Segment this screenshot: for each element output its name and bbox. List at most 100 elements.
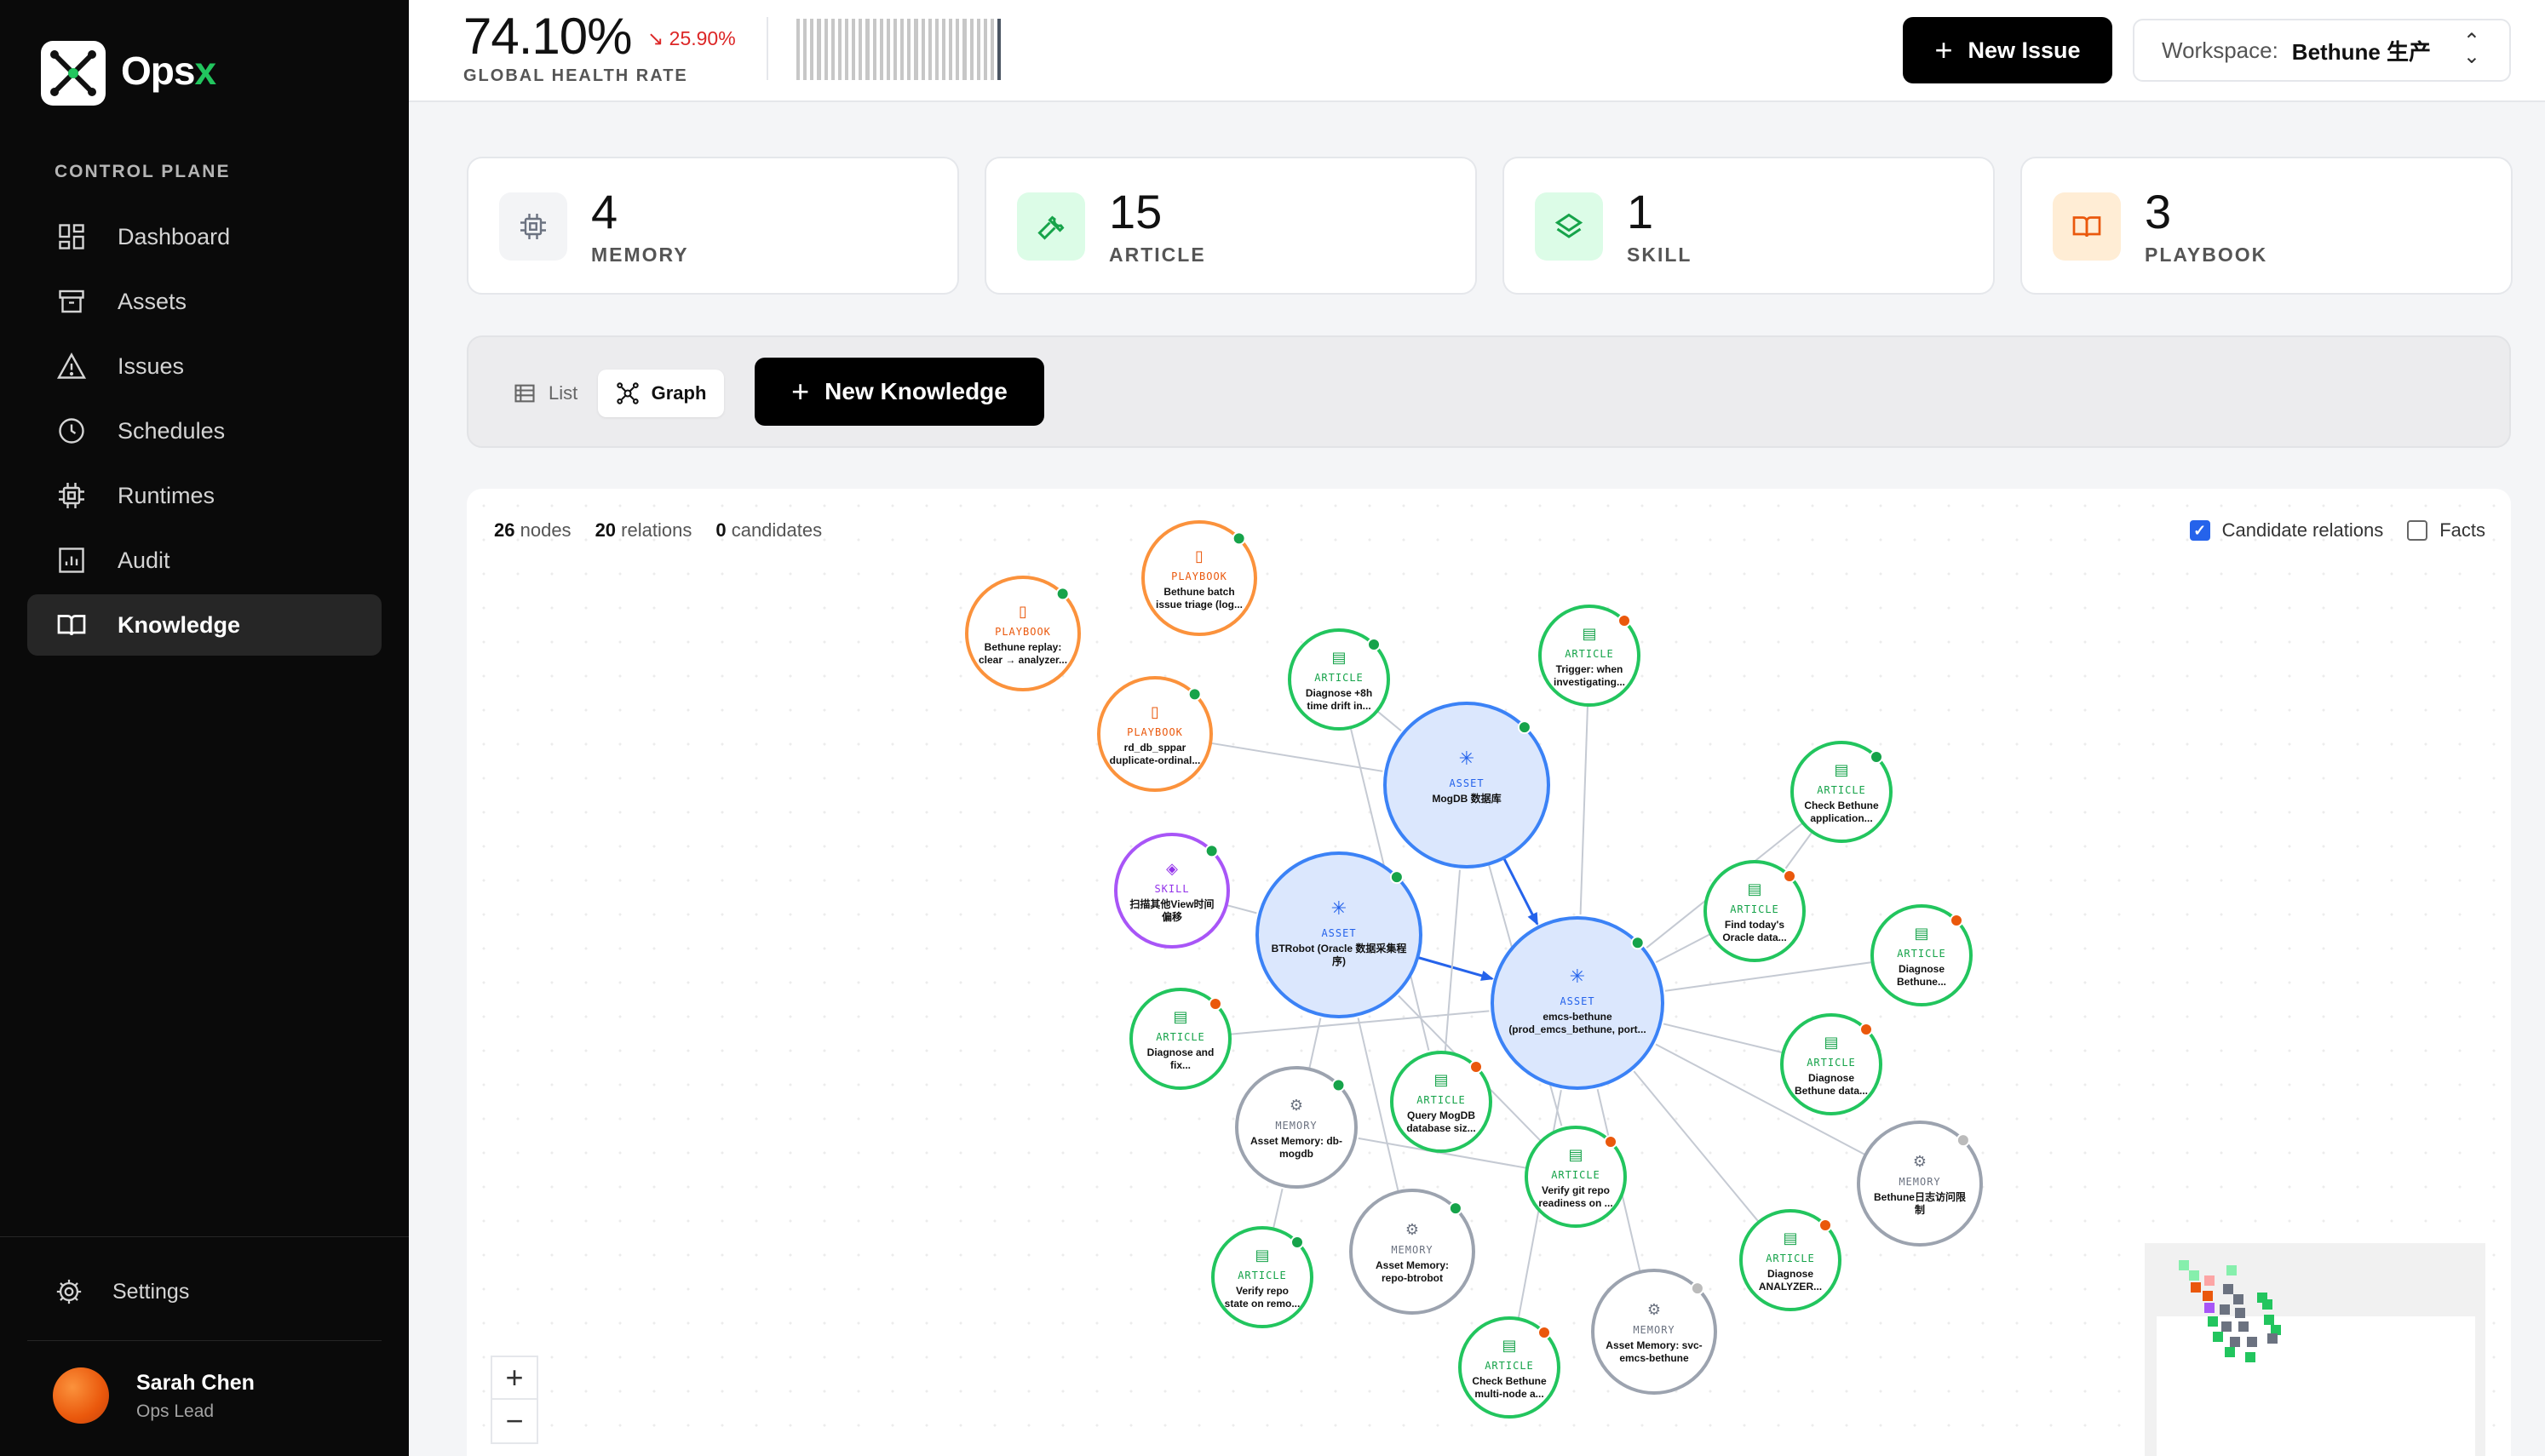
graph-node-article[interactable]: ▤ ARTICLE Check Bethuneapplication... (1790, 741, 1893, 843)
graph-node-playbook[interactable]: ▯ PLAYBOOK Bethune replay:clear → analyzer… (965, 576, 1081, 691)
settings-link[interactable]: Settings (55, 1277, 189, 1306)
minimap-node (2204, 1275, 2215, 1286)
node-type-icon: ▤ (1568, 1146, 1583, 1164)
graph-node-asset[interactable]: ✳ ASSET BTRobot (Oracle 数据采集程序) (1255, 851, 1422, 1018)
node-label: database siz... (1406, 1122, 1475, 1134)
graph-node-skill[interactable]: ◈ SKILL 扫描其他View时间偏移 (1114, 833, 1230, 949)
workspace-select[interactable]: Workspace: Bethune 生产 ⌃ ⌄ (2133, 19, 2511, 82)
node-status-dot (1204, 844, 1219, 858)
node-status-dot (1448, 1201, 1462, 1216)
node-type: ASSET (1449, 777, 1484, 789)
graph-node-article[interactable]: ▤ ARTICLE Diagnose +8htime drift in... (1288, 628, 1390, 731)
graph-node-article[interactable]: ▤ ARTICLE Diagnose andfix... (1129, 988, 1232, 1090)
skill-count-card[interactable]: 1 SKILL (1502, 157, 1995, 295)
graph-node-memory[interactable]: ⚙ MEMORY Asset Memory: db-mogdb (1235, 1066, 1358, 1189)
graph-edge (1272, 1188, 1284, 1230)
view-toolbar: List Graph + New Knowledge (467, 335, 2511, 448)
graph-edge (1655, 932, 1711, 963)
health-delta-value: 25.90% (669, 27, 736, 49)
node-label: ANALYZER... (1759, 1281, 1822, 1293)
archive-icon (59, 289, 84, 313)
sidebar-item-assets[interactable]: Assets (27, 271, 382, 332)
graph-node-article[interactable]: ▤ ARTICLE Query MogDBdatabase siz... (1390, 1051, 1492, 1153)
card-label: MEMORY (591, 244, 689, 266)
sparkline-bar (907, 19, 911, 80)
sidebar-item-runtimes[interactable]: Runtimes (27, 465, 382, 526)
sidebar-item-schedules[interactable]: Schedules (27, 400, 382, 461)
avatar[interactable] (53, 1367, 109, 1424)
graph-node-article[interactable]: ▤ ARTICLE DiagnoseANALYZER... (1739, 1209, 1841, 1311)
app-name: Opsx (121, 49, 216, 93)
sidebar-item-issues[interactable]: Issues (27, 335, 382, 397)
graph-node-memory[interactable]: ⚙ MEMORY Asset Memory: svc-emcs-bethune (1591, 1269, 1717, 1395)
card-label: PLAYBOOK (2145, 244, 2268, 266)
graph-node-article[interactable]: ▤ ARTICLE Check Bethunemulti-node a... (1458, 1316, 1560, 1419)
minimap-node (2230, 1337, 2240, 1347)
node-label: (prod_emcs_bethune, port... (1508, 1023, 1646, 1035)
new-knowledge-label: New Knowledge (824, 378, 1008, 404)
candidate-relations-checkbox[interactable]: ✓ (2189, 520, 2210, 541)
node-status-dot (1870, 749, 1884, 764)
card-count: 4 (591, 185, 618, 238)
graph-node-playbook[interactable]: ▯ PLAYBOOK Bethune batchissue triage (log.… (1141, 520, 1257, 636)
sparkline-bar (817, 19, 821, 80)
new-issue-button[interactable]: + New Issue (1903, 17, 2112, 83)
plus-icon: + (1934, 32, 1953, 67)
node-label: Bethune batch (1163, 586, 1234, 598)
minimap-node (2221, 1321, 2232, 1332)
card-count: 15 (1109, 185, 1163, 238)
tab-list-view[interactable]: List (513, 371, 577, 416)
node-label: investigating... (1554, 676, 1625, 688)
graph-node-article[interactable]: ▤ ARTICLE Verify git reporeadiness on ... (1525, 1126, 1627, 1228)
node-label: Bethune... (1897, 976, 1946, 988)
node-type: ARTICLE (1730, 903, 1779, 915)
sparkline-bar (852, 19, 856, 80)
article-count-card[interactable]: 15 ARTICLE (985, 157, 1477, 295)
graph-node-playbook[interactable]: ▯ PLAYBOOK rd_db_spparduplicate-ordinal... (1097, 676, 1213, 792)
graph-minimap[interactable] (2145, 1243, 2485, 1456)
graph-edge (1663, 1023, 1784, 1054)
node-status-dot (1617, 613, 1632, 628)
divider (767, 17, 768, 80)
memory-count-card[interactable]: 4 MEMORY (467, 157, 959, 295)
node-status-dot (1517, 720, 1531, 735)
node-type: MEMORY (1275, 1120, 1317, 1132)
graph-node-article[interactable]: ▤ ARTICLE Verify repostate on remo... (1211, 1226, 1313, 1328)
graph-node-article[interactable]: ▤ ARTICLE Find today'sOracle data... (1703, 860, 1806, 962)
sidebar-item-knowledge[interactable]: Knowledge (27, 594, 382, 656)
node-type: ARTICLE (1485, 1360, 1534, 1372)
graph-node-article[interactable]: ▤ ARTICLE DiagnoseBethune data... (1780, 1013, 1882, 1115)
zoom-in-button[interactable]: + (491, 1356, 538, 1400)
graph-node-memory[interactable]: ⚙ MEMORY Bethune日志访问限制 (1857, 1121, 1983, 1247)
node-type-icon: ▤ (1914, 925, 1928, 943)
new-knowledge-button[interactable]: + New Knowledge (755, 358, 1044, 426)
node-type: ARTICLE (1766, 1253, 1815, 1264)
report-icon (59, 547, 84, 573)
graph-node-article[interactable]: ▤ ARTICLE DiagnoseBethune... (1870, 904, 1973, 1006)
graph-node-asset[interactable]: ✳ ASSET emcs-bethune(prod_emcs_bethune, po… (1491, 916, 1664, 1090)
facts-checkbox[interactable] (2407, 520, 2428, 541)
graph-node-article[interactable]: ▤ ARTICLE Trigger: wheninvestigating... (1538, 605, 1640, 707)
node-label: Trigger: when (1556, 663, 1623, 675)
node-type-icon: ▤ (1834, 761, 1848, 779)
node-type-icon: ▤ (1173, 1008, 1187, 1026)
node-type: ARTICLE (1314, 672, 1364, 684)
node-status-dot (1055, 587, 1070, 601)
tab-graph-view[interactable]: Graph (598, 370, 724, 417)
node-status-dot (1950, 913, 1964, 927)
sidebar-item-dashboard[interactable]: Dashboard (27, 206, 382, 267)
node-label: 偏移 (1162, 910, 1182, 923)
graph-node-memory[interactable]: ⚙ MEMORY Asset Memory:repo-btrobot (1349, 1189, 1475, 1315)
playbook-count-card[interactable]: 3 PLAYBOOK (2020, 157, 2513, 295)
node-label: Diagnose (1767, 1268, 1813, 1280)
node-label: Bethune日志访问限 (1874, 1190, 1966, 1203)
zoom-out-button[interactable]: − (491, 1400, 538, 1444)
node-type-icon: ✳ (1570, 966, 1585, 988)
minimap-node (2233, 1294, 2243, 1304)
sidebar-item-audit[interactable]: Audit (27, 530, 382, 591)
workspace-label: Workspace: (2162, 37, 2278, 63)
sidebar-item-label: Dashboard (118, 223, 231, 249)
graph-node-asset[interactable]: ✳ ASSET MogDB 数据库 (1383, 702, 1550, 868)
book-icon (57, 615, 86, 636)
sparkline-bar (962, 19, 967, 80)
